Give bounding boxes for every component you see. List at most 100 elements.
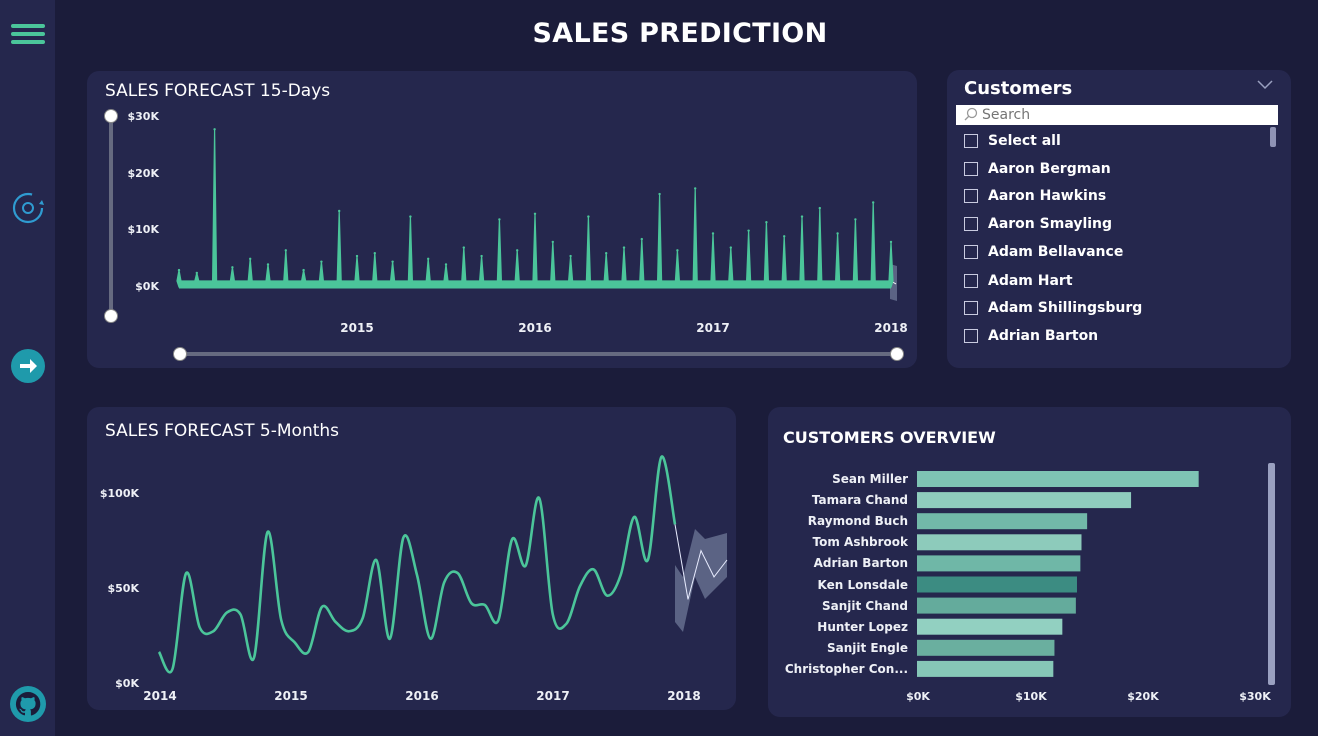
- github-icon[interactable]: [10, 686, 46, 722]
- data-point: [551, 240, 554, 244]
- customers-slicer-card: Customers Select all Aaron Bergman Aaron…: [947, 70, 1291, 368]
- data-point: [338, 209, 341, 213]
- data-point: [729, 246, 732, 249]
- menu-icon[interactable]: [10, 16, 46, 52]
- y-range-slider-handle-top[interactable]: [104, 109, 118, 123]
- slicer-item[interactable]: Adam Hart: [964, 270, 1073, 292]
- bar[interactable]: [917, 597, 1076, 614]
- data-point: [462, 246, 465, 249]
- slicer-item-label: Adrian Barton: [988, 328, 1099, 344]
- customers-list: Select all Aaron Bergman Aaron Hawkins A…: [947, 128, 1277, 360]
- arrow-right-icon[interactable]: [10, 348, 46, 384]
- slicer-item[interactable]: Aaron Bergman: [964, 158, 1111, 180]
- slicer-item[interactable]: Adam Bellavance: [964, 241, 1123, 263]
- data-point: [266, 263, 270, 266]
- data-point: [605, 252, 608, 255]
- data-point: [783, 235, 786, 238]
- data-point: [711, 232, 715, 235]
- data-point: [516, 249, 519, 252]
- search-icon: [964, 106, 978, 125]
- bar[interactable]: [917, 639, 1055, 656]
- data-point: [622, 246, 626, 249]
- slicer-item-label: Select all: [988, 133, 1061, 149]
- checkbox[interactable]: [964, 301, 978, 315]
- bar[interactable]: [917, 534, 1082, 551]
- bar[interactable]: [917, 555, 1081, 572]
- slicer-item-label: Adam Bellavance: [988, 244, 1124, 260]
- bar[interactable]: [917, 492, 1132, 509]
- data-point: [231, 266, 234, 269]
- customers-search-input[interactable]: [982, 107, 1272, 123]
- slicer-item-select-all[interactable]: Select all: [964, 130, 1061, 152]
- data-point: [391, 260, 394, 263]
- data-point: [249, 257, 252, 261]
- bar[interactable]: [917, 471, 1199, 487]
- slicer-item[interactable]: Adrian Barton: [964, 325, 1098, 347]
- checkbox[interactable]: [964, 274, 978, 288]
- data-point: [747, 229, 750, 232]
- slicer-item-label: Adam Hart: [988, 273, 1073, 289]
- checkbox[interactable]: [964, 134, 978, 148]
- y-range-slider-handle-bottom[interactable]: [104, 309, 118, 323]
- data-point: [836, 232, 839, 235]
- data-point: [889, 240, 893, 244]
- data-point: [872, 201, 875, 204]
- data-point: [320, 260, 323, 263]
- refresh-cycle-icon[interactable]: [10, 190, 46, 226]
- data-point: [427, 257, 430, 261]
- customers-overview-card: CUSTOMERS OVERVIEW Sean Miller Tamara Cha…: [768, 407, 1291, 717]
- forecast-15days-chart: [104, 109, 904, 361]
- x-range-slider-handle-left[interactable]: [173, 347, 187, 361]
- data-point: [177, 268, 181, 272]
- sales-line-series: [157, 455, 677, 674]
- data-point: [480, 254, 483, 258]
- bar[interactable]: [917, 660, 1054, 677]
- data-point: [658, 192, 661, 196]
- chevron-down-icon[interactable]: [1257, 78, 1273, 94]
- data-point: [854, 218, 857, 221]
- data-point: [355, 254, 359, 258]
- customers-search-box[interactable]: [956, 105, 1278, 125]
- forecast-5months-chart: [157, 455, 728, 674]
- sales-area-series: [176, 129, 894, 288]
- slicer-item-label: Aaron Smayling: [988, 216, 1113, 232]
- forecast-15days-card: SALES FORECAST 15-Days $30K $20K $10K $0…: [87, 71, 917, 368]
- bar[interactable]: [917, 618, 1063, 635]
- data-point: [195, 271, 198, 275]
- data-point: [676, 249, 679, 252]
- customers-slicer-title: Customers: [964, 78, 1073, 99]
- data-point: [640, 237, 643, 241]
- data-point: [818, 206, 821, 210]
- data-point: [409, 215, 412, 218]
- slicer-item-label: Aaron Hawkins: [988, 188, 1107, 204]
- customers-overview-chart: [917, 471, 1199, 677]
- nav-rail: [0, 0, 55, 736]
- slicer-item[interactable]: Aaron Hawkins: [964, 185, 1106, 207]
- overview-scrollbar[interactable]: [1268, 463, 1275, 685]
- data-point: [587, 215, 590, 218]
- forecast-band: [675, 529, 727, 632]
- checkbox[interactable]: [964, 217, 978, 231]
- forecast-5months-card: SALES FORECAST 5-Months $100K $50K $0K 2…: [87, 407, 736, 710]
- slicer-item-label: Aaron Bergman: [988, 161, 1111, 177]
- checkbox[interactable]: [964, 189, 978, 203]
- checkbox[interactable]: [964, 162, 978, 176]
- x-range-slider-handle-right[interactable]: [890, 347, 904, 361]
- data-point: [569, 254, 572, 258]
- checkbox[interactable]: [964, 329, 978, 343]
- data-point: [373, 252, 376, 255]
- data-point: [284, 249, 287, 252]
- checkbox[interactable]: [964, 245, 978, 259]
- data-point: [444, 263, 448, 266]
- page-title: SALES PREDICTION: [532, 18, 828, 49]
- data-point: [213, 128, 216, 131]
- bar[interactable]: [917, 513, 1088, 530]
- data-point: [800, 215, 804, 218]
- data-point: [765, 221, 768, 224]
- slicer-item[interactable]: Aaron Smayling: [964, 213, 1112, 235]
- slicer-item[interactable]: Adam Shillingsburg: [964, 297, 1142, 319]
- data-point: [533, 212, 537, 215]
- data-point: [302, 268, 305, 272]
- data-point: [498, 218, 501, 221]
- bar[interactable]: [917, 576, 1077, 593]
